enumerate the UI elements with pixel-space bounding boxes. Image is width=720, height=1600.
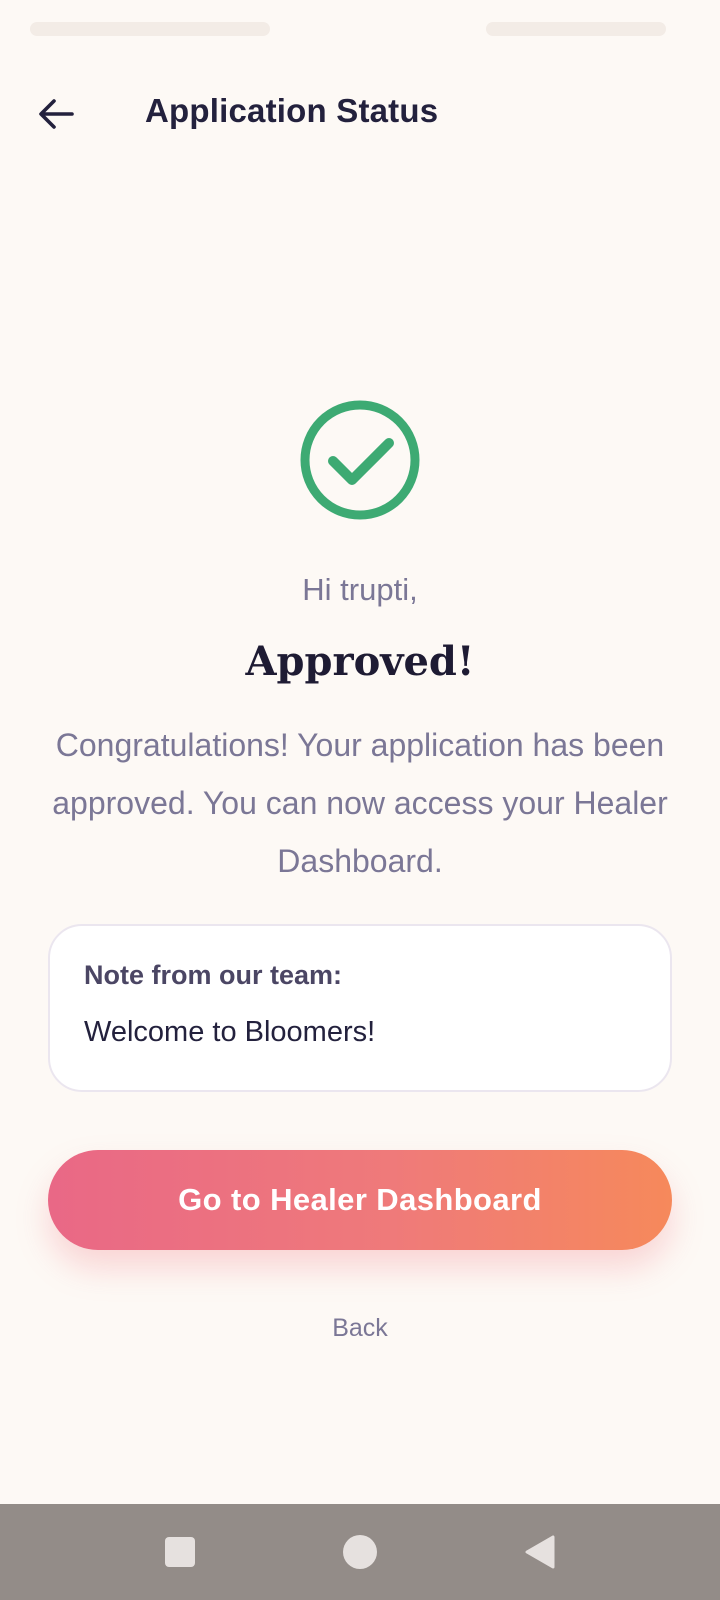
go-to-dashboard-button[interactable]: Go to Healer Dashboard <box>48 1150 672 1250</box>
note-title: Note from our team: <box>84 960 343 990</box>
note-body: Welcome to Bloomers! <box>84 1016 376 1048</box>
greeting-text: Hi trupti, <box>302 572 418 607</box>
back-link[interactable]: Back <box>0 1314 720 1343</box>
application-status-screen: Application Status Hi trupti, Approved! … <box>0 0 720 1600</box>
status-bar <box>0 0 720 56</box>
check-circle-icon <box>298 398 422 522</box>
status-heading: Approved! <box>245 638 475 685</box>
status-message: Congratulations! Your application has be… <box>52 727 668 879</box>
status-bar-left-info <box>30 22 270 36</box>
system-nav-bar <box>0 1504 720 1600</box>
circle-icon[interactable] <box>334 1526 386 1578</box>
arrow-left-icon[interactable] <box>28 88 84 140</box>
page-title: Application Status <box>145 92 439 129</box>
app-header: Application Status <box>0 78 720 150</box>
triangle-back-icon[interactable] <box>514 1526 566 1578</box>
square-icon[interactable] <box>154 1526 206 1578</box>
team-note-card: Note from our team: Welcome to Bloomers! <box>48 924 672 1092</box>
status-bar-right-info <box>486 22 666 36</box>
